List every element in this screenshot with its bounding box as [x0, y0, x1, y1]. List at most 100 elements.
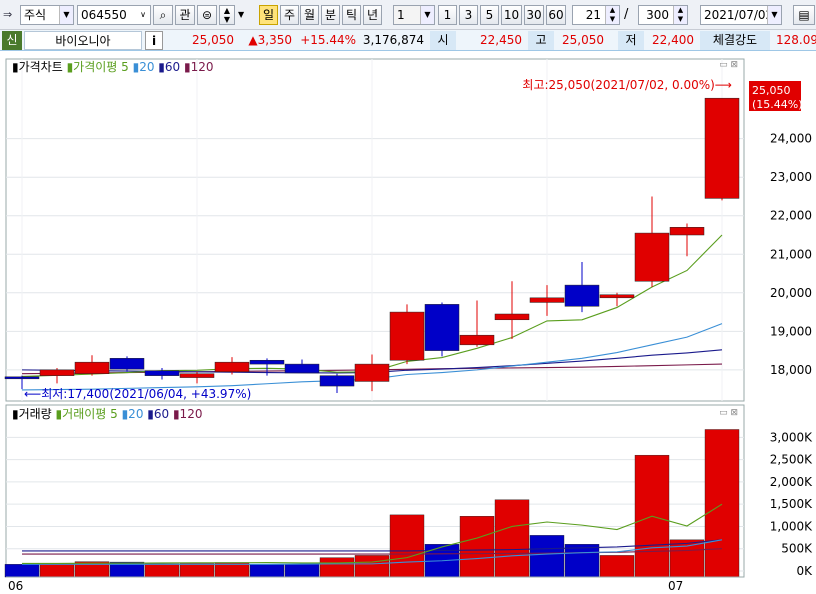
quick-unit-button-2[interactable]: 5 — [480, 5, 499, 25]
price-tick-label: 21,000 — [770, 247, 812, 261]
candle-body — [354, 363, 390, 382]
volume-bar — [284, 564, 320, 578]
toolbar: ⇒ 주식 ▼ 064550 ∨ ⌕ 관 ⊜ ▲ ▼ ▼ 1 ▼ 21 ▲ ▼ / 300 ▲ ▼… — [0, 0, 816, 30]
volume-legend-item: ▮거래이평 5 — [52, 407, 118, 421]
quote-bar: 신 바이오니아 i 25,050 ▲3,350 +15.44% 3,176,87… — [0, 30, 816, 51]
menu-arrow-icon[interactable]: ⇒ — [3, 8, 17, 22]
volume-bar — [459, 516, 495, 578]
code-input[interactable]: 064550 ∨ — [77, 5, 151, 25]
volume-pane: 0K 500K 1,000K 1,500K 2,000K 2,500K 3,000K ▮거래량… — [4, 404, 813, 593]
candle-body — [459, 334, 495, 346]
stepper-button[interactable]: ▲ ▼ — [219, 5, 235, 25]
volume-legend-item: ▮20 — [118, 407, 144, 421]
high-label: 고 — [528, 31, 554, 50]
candle-body — [494, 313, 530, 321]
volume-bar — [4, 564, 40, 578]
volume-bar — [144, 563, 180, 578]
volume-legend-item: ▮60 — [143, 407, 169, 421]
chevron-down-icon: ▼ — [420, 6, 434, 24]
low-annotation: ⟵최저:17,400(2021/06/04, +43.97%) — [24, 387, 251, 401]
chart-icon: ▤ — [798, 8, 810, 22]
date-picker[interactable]: 2021/07/02 ▼ — [700, 5, 782, 25]
open-label: 시 — [430, 31, 456, 50]
total-input[interactable]: 300 ▲ ▼ — [638, 5, 688, 25]
search-icon: ⌕ — [159, 8, 167, 22]
volume-bar — [39, 563, 75, 578]
price-tick-label: 23,000 — [770, 170, 812, 184]
low-label: 저 — [618, 31, 644, 50]
price-tick-label: 19,000 — [770, 324, 812, 338]
price-pane-frame — [5, 58, 745, 402]
volume-bar — [249, 564, 285, 578]
spinner-icon: ▲ ▼ — [673, 6, 687, 24]
volume-legend: ▮거래량 ▮거래이평 5 ▮20 ▮60 ▮120 — [12, 407, 202, 421]
period-button-1[interactable]: 주 — [280, 5, 299, 25]
quick-unit-button-5[interactable]: 60 — [546, 5, 566, 25]
x-tick-label: 06 — [8, 579, 23, 593]
chevron-down-icon: ▼ — [59, 6, 73, 24]
low-price: 22,400 — [652, 33, 694, 47]
info-button[interactable]: i — [145, 31, 163, 50]
dropdown-arrow-icon[interactable]: ▼ — [238, 10, 244, 19]
candle-body — [4, 376, 40, 380]
volume-bar — [599, 555, 635, 578]
quick-unit-button-0[interactable]: 1 — [438, 5, 457, 25]
interest-button[interactable]: 관 — [175, 5, 195, 25]
volume-tick-label: 0K — [796, 564, 813, 578]
price-legend-item: ▮20 — [129, 60, 155, 74]
current-price: 25,050 — [192, 33, 234, 47]
price-legend-item: ▮120 — [180, 60, 213, 74]
period-button-0[interactable]: 일 — [259, 5, 278, 25]
chart-settings-button[interactable]: ▤ — [793, 5, 815, 25]
search-button[interactable]: ⌕ — [153, 5, 173, 25]
volume-tick-label: 2,500K — [770, 453, 813, 467]
candle-body — [669, 227, 705, 236]
volume-bar — [494, 499, 530, 578]
volume-tick-label: 500K — [781, 542, 813, 556]
candle-body — [39, 369, 75, 376]
high-annotation: 최고:25,050(2021/07/02, 0.00%)⟶ — [522, 78, 732, 92]
price-legend-item: ▮60 — [154, 60, 180, 74]
volume-value: 3,176,874 — [362, 33, 424, 47]
count-input[interactable]: 21 ▲ ▼ — [572, 5, 620, 25]
pane-window-icon: ▭ ⊠ — [719, 408, 738, 418]
strength-value: 128.09 — [776, 33, 816, 47]
candle-body — [284, 363, 320, 374]
link-button[interactable]: ⊜ — [197, 5, 217, 25]
volume-legend-item: ▮120 — [169, 407, 202, 421]
quick-unit-button-1[interactable]: 3 — [459, 5, 478, 25]
price-legend: ▮가격차트 ▮가격이평 5 ▮20 ▮60 ▮120 — [12, 60, 214, 74]
candle-body — [389, 311, 425, 361]
quick-unit-button-4[interactable]: 30 — [524, 5, 544, 25]
period-button-5[interactable]: 년 — [363, 5, 382, 25]
candle-body — [74, 361, 110, 374]
high-price: 25,050 — [562, 33, 604, 47]
last-rate-label: (15.44%) — [752, 98, 803, 111]
link-icon: ⊜ — [201, 8, 213, 22]
unit-select[interactable]: 1 ▼ — [393, 5, 435, 25]
last-price-label: 25,050 — [752, 84, 791, 97]
volume-bar — [319, 557, 355, 578]
candle-body — [599, 294, 635, 299]
quick-unit-button-3[interactable]: 10 — [501, 5, 522, 25]
price-change: ▲3,350 — [248, 33, 292, 47]
price-legend-item: ▮가격차트 — [12, 60, 63, 74]
change-rate: +15.44% — [300, 33, 356, 47]
candle-body — [109, 358, 145, 370]
stock-name[interactable]: 바이오니아 — [24, 31, 142, 50]
volume-tick-label: 1,000K — [770, 519, 813, 533]
price-pane: 18,000 19,000 20,000 21,000 22,000 23,000 24,0… — [4, 58, 812, 402]
chart-area[interactable]: 18,000 19,000 20,000 21,000 22,000 23,000 24,0… — [0, 51, 816, 594]
period-button-2[interactable]: 월 — [300, 5, 319, 25]
candle-body — [144, 370, 180, 376]
candle-body — [214, 361, 250, 373]
pane-window-icon: ▭ ⊠ — [719, 60, 738, 70]
x-tick-label: 07 — [668, 579, 683, 593]
period-button-4[interactable]: 틱 — [342, 5, 361, 25]
period-button-3[interactable]: 분 — [321, 5, 340, 25]
market-select[interactable]: 주식 ▼ — [20, 5, 74, 25]
volume-tick-label: 2,000K — [770, 475, 813, 489]
chevron-down-icon: ▼ — [767, 6, 781, 24]
volume-bar — [179, 563, 215, 578]
volume-tick-label: 1,500K — [770, 497, 813, 511]
